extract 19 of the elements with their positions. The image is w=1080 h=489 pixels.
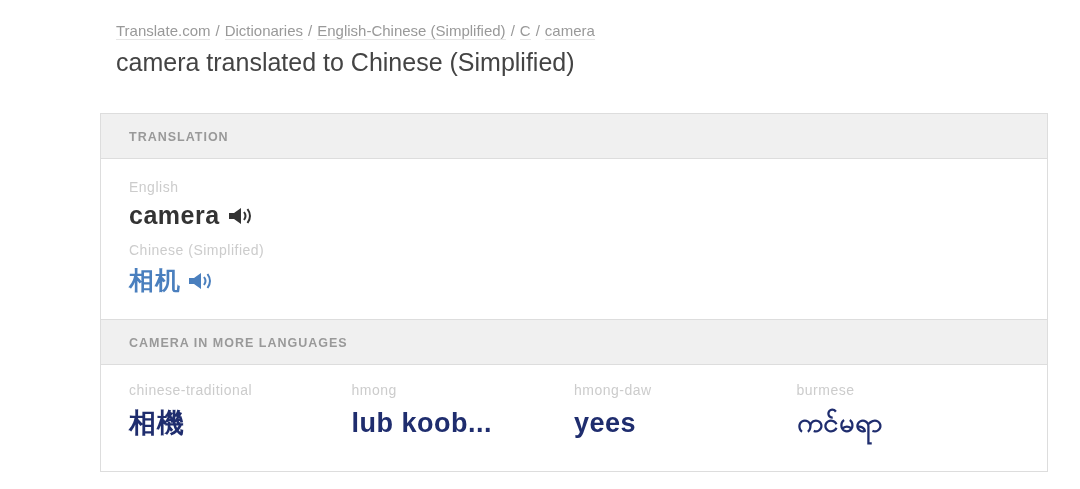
breadcrumb-link[interactable]: English-Chinese (Simplified) — [317, 22, 506, 40]
section-heading: TRANSLATION — [101, 114, 1047, 159]
section-heading: CAMERA IN MORE LANGUAGES — [101, 319, 1047, 365]
page-title: camera translated to Chinese (Simplified) — [116, 48, 576, 77]
breadcrumb-link[interactable]: C — [519, 22, 531, 40]
translated-word[interactable]: yees — [574, 400, 640, 450]
translated-word[interactable]: ကင်မရာ — [796, 400, 887, 450]
breadcrumb-separator: / — [535, 22, 540, 39]
breadcrumb-link[interactable]: Translate.com — [116, 22, 211, 40]
breadcrumb-separator: / — [215, 22, 220, 39]
breadcrumb-link[interactable]: camera — [544, 22, 595, 40]
translated-word: 相机 — [129, 265, 180, 296]
translated-word[interactable]: lub koob... — [351, 400, 495, 450]
breadcrumb-link[interactable]: Dictionaries — [224, 22, 304, 40]
breadcrumb-separator: / — [308, 22, 313, 39]
breadcrumb-separator: / — [510, 22, 515, 39]
translated-word: camera — [129, 201, 220, 230]
speaker-icon[interactable] — [227, 205, 254, 226]
translated-word[interactable]: 相機 — [129, 400, 187, 450]
